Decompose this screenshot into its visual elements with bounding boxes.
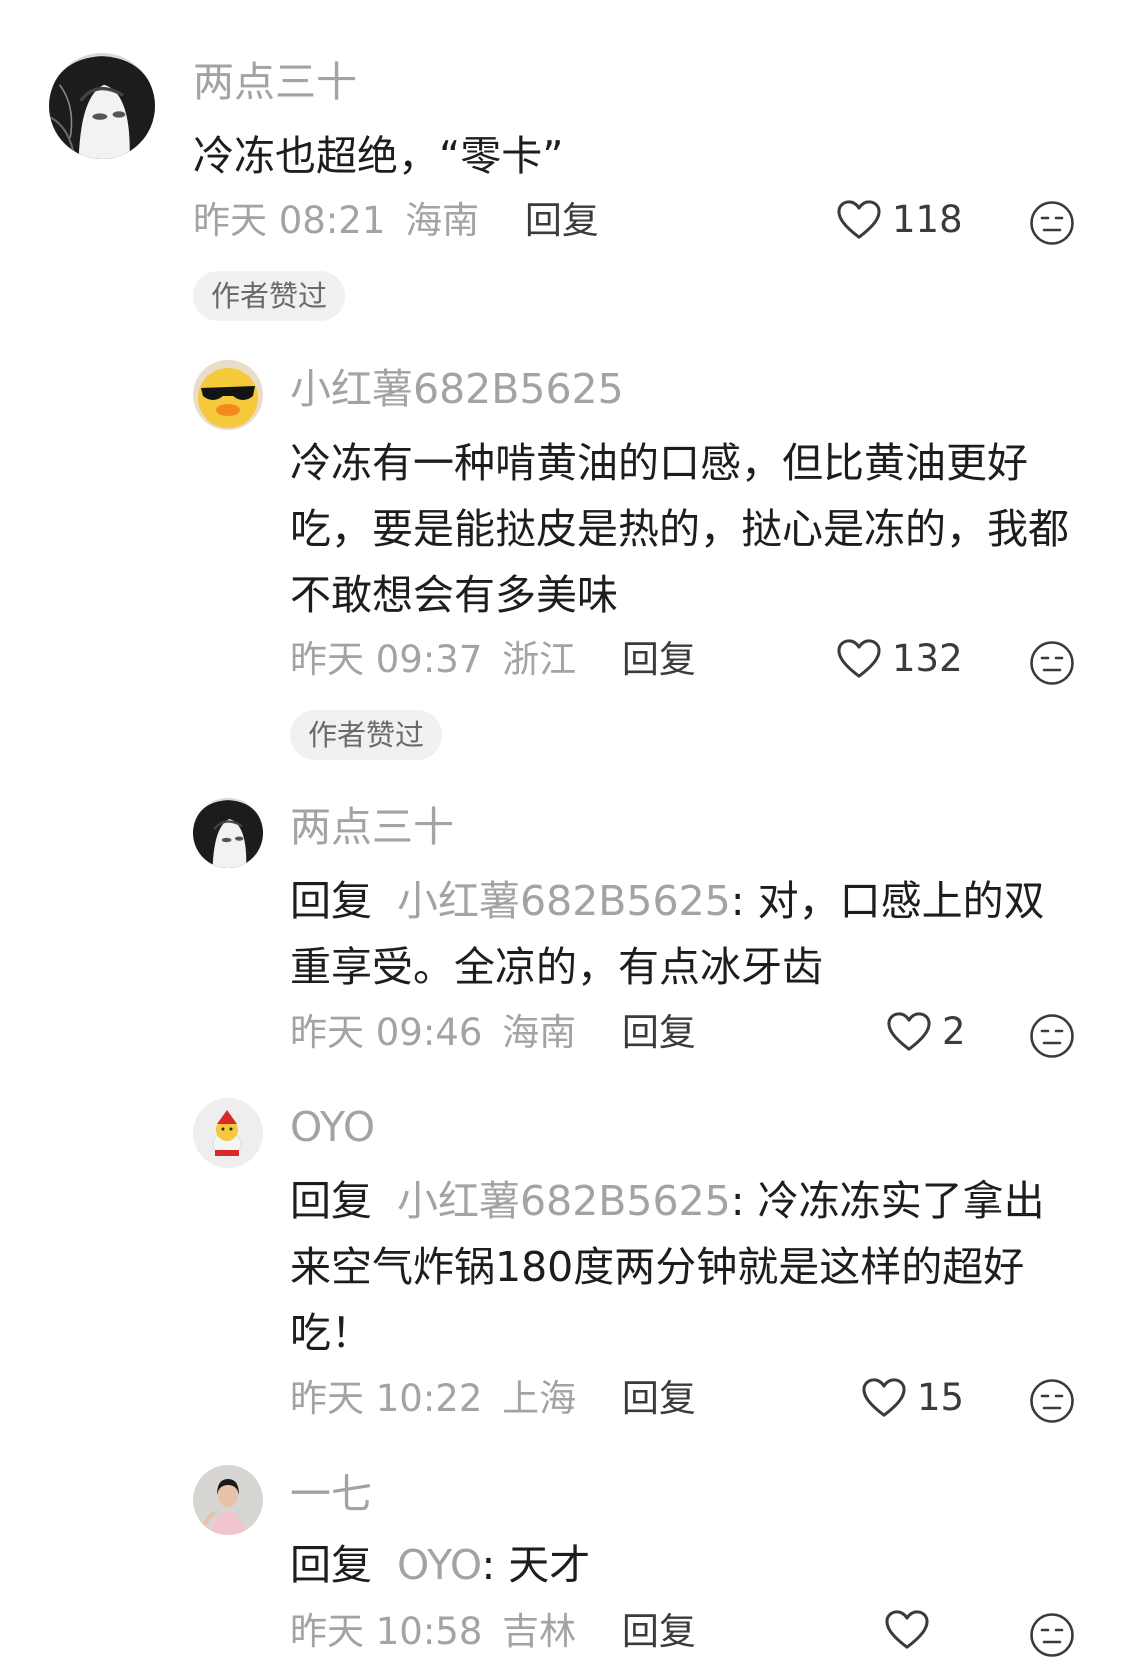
dislike-button[interactable]	[1029, 1612, 1075, 1658]
heart-outline-icon	[885, 1610, 929, 1649]
meh-face-icon	[1030, 1613, 1074, 1657]
reply-colon: :	[481, 1541, 509, 1589]
reply-prefix: 回复	[290, 1541, 372, 1589]
reply-button[interactable]: 回复	[622, 1610, 696, 1653]
comment-meta: 昨天 10:58 吉林 回复	[290, 1608, 696, 1656]
comment-body: 天才	[508, 1541, 591, 1589]
like-button[interactable]	[884, 1609, 940, 1651]
comment-thread: 两点三十 冷冻也超绝，“零卡” 昨天 08:21 海南 回复 118 作者赞过	[0, 0, 1125, 1680]
comment-text: 回复 OYO: 天才	[290, 1532, 1080, 1598]
comment-item: 一七 回复 OYO: 天才 昨天 10:58 吉林 回复	[0, 0, 1125, 1680]
comment-location: 吉林	[502, 1610, 577, 1653]
reply-target-user[interactable]: OYO	[397, 1541, 481, 1589]
avatar[interactable]	[193, 1465, 263, 1535]
comment-time: 昨天 10:58	[290, 1610, 483, 1653]
avatar-portrait-image	[193, 1465, 263, 1535]
comment-author[interactable]: 一七	[290, 1469, 372, 1519]
